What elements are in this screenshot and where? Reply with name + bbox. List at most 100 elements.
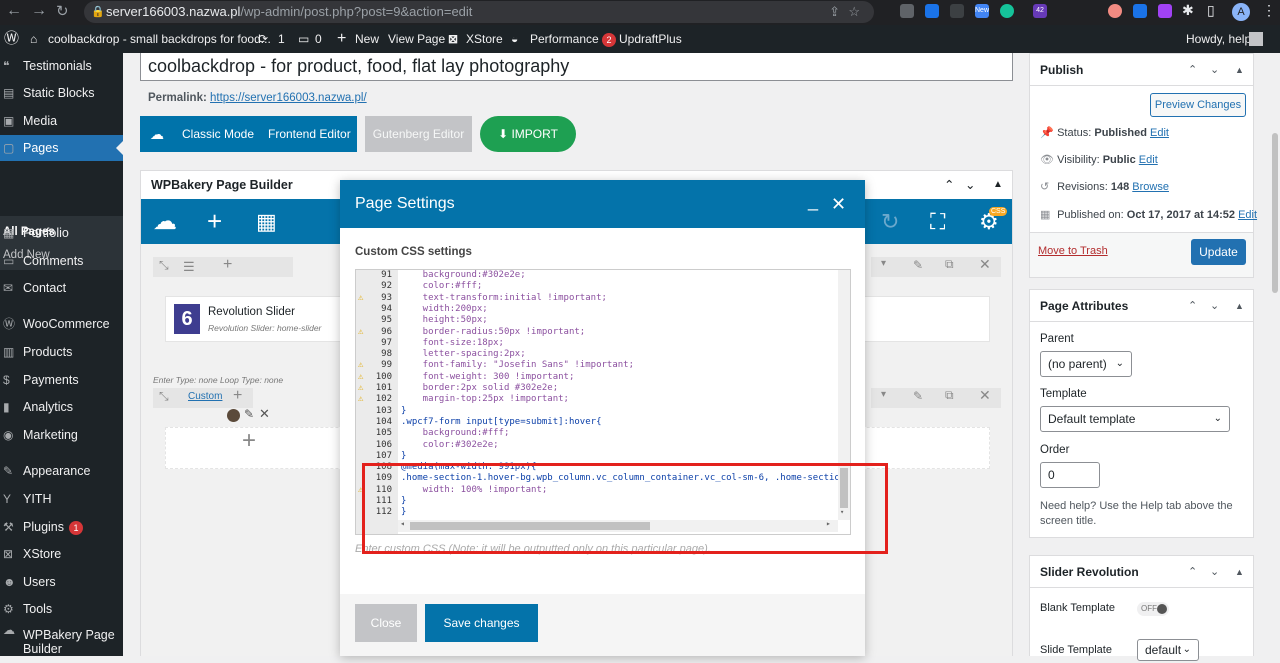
sidebar-item-media[interactable]: ▣ Media <box>0 108 123 134</box>
attributes-down-icon[interactable]: ⌄ <box>1210 290 1219 322</box>
adminbar-new[interactable]: New <box>355 25 379 53</box>
row-layout-icon[interactable]: ☰ <box>183 259 195 275</box>
row-clone-icon[interactable]: ⧉ <box>945 257 954 272</box>
row2-delete-icon[interactable]: ✕ <box>979 387 991 404</box>
sidebar-item-marketing[interactable]: ◉ Marketing <box>0 422 123 448</box>
sidebar-item-woocommerce[interactable]: Ⓦ WooCommerce <box>0 311 123 337</box>
user-avatar[interactable] <box>1249 32 1263 46</box>
translate-extension-icon[interactable] <box>925 4 939 18</box>
extension-icon[interactable] <box>900 4 914 18</box>
menu-kebab-icon[interactable]: ⋮ <box>1262 2 1276 19</box>
sidebar-item-tools[interactable]: ⚙ Tools <box>0 596 123 622</box>
adminbar-comments-count[interactable]: 0 <box>315 25 322 53</box>
post-title-input[interactable]: coolbackdrop - for product, food, flat l… <box>140 53 1013 81</box>
gutenberg-editor-button[interactable]: Gutenberg Editor <box>365 116 472 152</box>
row-edit-icon[interactable]: ✎ <box>913 258 923 272</box>
updates-icon[interactable]: ⟳ <box>258 25 268 53</box>
grammarly-icon[interactable] <box>1000 4 1014 18</box>
color-extension-icon[interactable] <box>1108 4 1122 18</box>
frontend-editor-button[interactable]: Frontend Editor <box>268 116 351 152</box>
attributes-up-icon[interactable]: ⌃ <box>1188 290 1197 322</box>
reload-icon[interactable]: ↻ <box>56 2 69 20</box>
row-chevron-icon[interactable]: ▾ <box>881 258 886 269</box>
column-delete-icon[interactable]: ✕ <box>259 406 270 422</box>
sidebar-item-yith[interactable]: Y YITH <box>0 486 123 512</box>
back-icon[interactable]: ← <box>6 2 22 20</box>
bookmark-star-icon[interactable]: ☆ <box>848 1 860 23</box>
template-select[interactable]: Default template ⌄ <box>1040 406 1230 432</box>
sidebar-item-xstore[interactable]: ⊠ XStore <box>0 541 123 567</box>
slider-down-icon[interactable]: ⌄ <box>1210 556 1219 588</box>
preview-changes-button[interactable]: Preview Changes <box>1150 93 1246 117</box>
custom-link[interactable]: Custom <box>188 391 222 402</box>
status-edit-link[interactable]: Edit <box>1150 127 1169 139</box>
new-extension-icon[interactable]: New <box>975 4 989 18</box>
wordpress-logo-icon[interactable]: Ⓦ <box>4 25 19 53</box>
row2-edit-icon[interactable]: ✎ <box>913 389 923 403</box>
row-add-icon[interactable]: + <box>223 256 232 274</box>
comment-bubble-icon[interactable]: ▭ <box>298 25 309 53</box>
publish-toggle-icon[interactable]: ▲ <box>1235 54 1244 86</box>
parent-select[interactable]: (no parent) ⌄ <box>1040 351 1132 377</box>
permalink-link[interactable]: https://server166003.nazwa.pl/ <box>210 92 367 104</box>
sidebar-item-contact[interactable]: ✉ Contact <box>0 275 123 301</box>
page-scroll-thumb[interactable] <box>1272 133 1278 293</box>
close-icon[interactable]: ✕ <box>831 180 846 228</box>
sidebar-item-appearance[interactable]: ✎ Appearance <box>0 458 123 484</box>
add-element-icon[interactable]: + <box>207 206 222 237</box>
forward-icon[interactable]: → <box>31 2 47 20</box>
publish-up-icon[interactable]: ⌃ <box>1188 54 1197 86</box>
row-delete-icon[interactable]: ✕ <box>979 256 991 273</box>
sidebar-item-payments[interactable]: $ Payments <box>0 367 123 393</box>
redo-icon[interactable]: ↻ <box>881 209 899 235</box>
adminbar-updates-count[interactable]: 1 <box>278 25 285 53</box>
sidebar-item-comments[interactable]: ▭ Comments <box>0 248 123 274</box>
chevron-down-icon[interactable]: ⌄ <box>965 171 975 199</box>
row-move-icon[interactable]: ⤡ <box>159 258 169 273</box>
adminbar-xstore[interactable]: XStore <box>466 25 503 53</box>
collapse-triangle-icon[interactable]: ▲ <box>993 171 1003 199</box>
sidebar-item-testimonials[interactable]: ❝ Testimonials <box>0 53 123 79</box>
save-changes-button[interactable]: Save changes <box>425 604 538 642</box>
revisions-browse-link[interactable]: Browse <box>1132 181 1169 193</box>
sidebar-item-pages[interactable]: ▢ Pages <box>0 135 123 161</box>
video-extension-icon[interactable] <box>1133 4 1147 18</box>
sidebar-item-products[interactable]: ▥ Products <box>0 339 123 365</box>
slide-template-select[interactable]: default ⌄ <box>1137 639 1199 661</box>
profile-avatar[interactable]: A <box>1232 3 1250 21</box>
adminbar-howdy[interactable]: Howdy, help <box>1186 25 1251 53</box>
sidebar-item-users[interactable]: ☻ Users <box>0 569 123 595</box>
column-add-icon[interactable]: + <box>242 427 256 455</box>
column-edit-icon[interactable]: ✎ <box>244 407 254 421</box>
visibility-edit-link[interactable]: Edit <box>1139 154 1158 166</box>
sidebar-item-wpbakery-page-builder[interactable]: ☁ WPBakery Page Builder <box>0 623 123 663</box>
row2-clone-icon[interactable]: ⧉ <box>945 388 954 403</box>
templates-icon[interactable]: ▦ <box>256 209 277 235</box>
published-edit-link[interactable]: Edit <box>1238 209 1257 221</box>
camera-extension-icon[interactable] <box>950 4 964 18</box>
fullscreen-icon[interactable]: ⛶ <box>930 209 945 235</box>
row2-add-icon[interactable]: + <box>233 387 242 405</box>
sidebar-item-plugins[interactable]: ⚒ Plugins 1 <box>0 514 123 540</box>
classic-mode-button[interactable]: Classic Mode <box>182 116 254 152</box>
close-button[interactable]: Close <box>355 604 417 642</box>
sidebar-item-static-blocks[interactable]: ▤ Static Blocks <box>0 80 123 106</box>
attributes-toggle-icon[interactable]: ▲ <box>1235 290 1244 322</box>
row2-chevron-icon[interactable]: ▾ <box>881 389 886 400</box>
minimize-icon[interactable]: _ <box>808 177 818 225</box>
address-bar[interactable]: 🔒 server166003.nazwa.pl/wp-admin/post.ph… <box>84 1 874 23</box>
sidebar-item-analytics[interactable]: ▮ Analytics <box>0 394 123 420</box>
blank-template-toggle[interactable]: OFF <box>1137 602 1169 616</box>
side-panel-icon[interactable]: ▯ <box>1207 2 1215 19</box>
row2-move-icon[interactable]: ⤡ <box>159 389 169 404</box>
extensions-puzzle-icon[interactable]: ✱ <box>1182 2 1194 19</box>
slider-up-icon[interactable]: ⌃ <box>1188 556 1197 588</box>
pen-extension-icon[interactable] <box>1158 4 1172 18</box>
update-button[interactable]: Update <box>1191 239 1246 265</box>
publish-down-icon[interactable]: ⌄ <box>1210 54 1219 86</box>
adminbar-view-page[interactable]: View Page <box>388 25 445 53</box>
chevron-up-icon[interactable]: ⌃ <box>944 171 954 199</box>
import-button[interactable]: ⬇ IMPORT <box>480 116 576 152</box>
move-to-trash-link[interactable]: Move to Trash <box>1038 245 1108 257</box>
counter-extension-icon[interactable]: 42 <box>1033 4 1047 18</box>
